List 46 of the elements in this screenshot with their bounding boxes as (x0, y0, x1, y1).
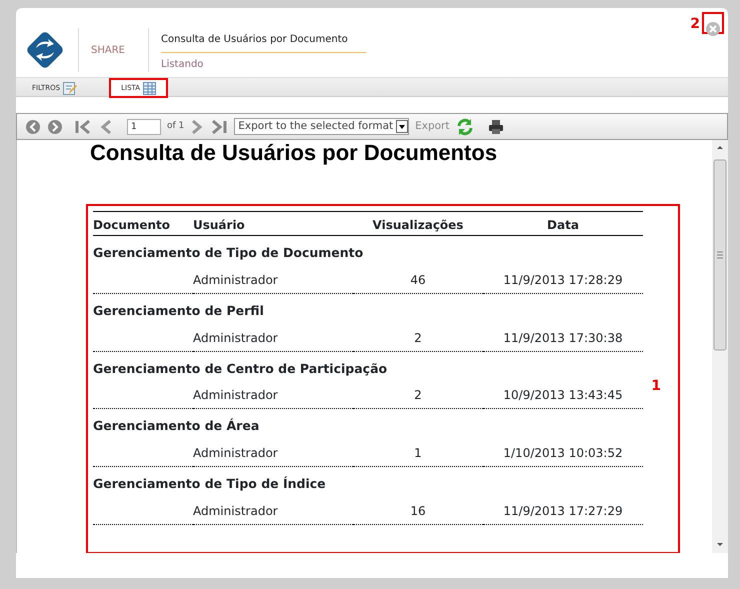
report-title: Consulta de Usuários por Documentos (90, 140, 498, 166)
page-title: Consulta de Usuários por Documento (161, 28, 366, 52)
edit-icon (63, 82, 78, 94)
user-cell: Administrador (193, 500, 353, 525)
date-cell: 11/9/2013 17:27:29 (483, 500, 643, 525)
date-cell: 11/9/2013 17:30:38 (483, 326, 643, 352)
views-cell: 2 (353, 326, 483, 352)
scrollbar[interactable] (712, 140, 728, 553)
user-cell: Administrador (193, 268, 353, 294)
user-cell: Administrador (193, 442, 353, 467)
annotation-number: 2 (690, 15, 700, 34)
caret-icon (396, 120, 408, 133)
document-name: Gerenciamento de Área (93, 417, 260, 436)
views-cell: 16 (353, 500, 483, 525)
refresh-icon[interactable] (456, 118, 474, 136)
views-cell: 46 (353, 268, 483, 294)
table-icon (143, 82, 156, 94)
print-icon[interactable] (488, 118, 504, 134)
page-number-field[interactable]: 1 (127, 118, 161, 134)
document-name: Gerenciamento de Tipo de Índice (93, 475, 327, 493)
document-name: Gerenciamento de Tipo de Documento (93, 244, 364, 262)
date-cell: 11/9/2013 17:28:29 (483, 268, 643, 294)
back-icon[interactable] (25, 118, 41, 134)
close-button[interactable] (702, 12, 724, 34)
column-header: Data (483, 211, 643, 236)
forward-icon[interactable] (47, 118, 63, 134)
views-cell: 2 (353, 384, 483, 410)
document-name: Gerenciamento de Centro de Participação (93, 360, 388, 378)
export-format-select[interactable]: Export to the selected format (234, 118, 410, 135)
document-name: Gerenciamento de Perfil (93, 302, 265, 320)
last-page-icon[interactable] (210, 118, 228, 134)
annotation-number: 1 (651, 377, 661, 396)
page-subtitle: Listando (161, 58, 204, 72)
app-name: SHARE (91, 44, 126, 58)
date-cell: 10/9/2013 13:43:45 (483, 384, 643, 410)
next-page-icon[interactable] (190, 118, 204, 134)
column-header: Visualizações (353, 211, 483, 236)
column-header: Documento (93, 211, 193, 236)
views-cell: 1 (353, 442, 483, 467)
user-cell: Administrador (193, 384, 353, 410)
date-cell: 1/10/2013 10:03:52 (483, 442, 643, 467)
first-page-icon[interactable] (75, 118, 93, 134)
user-cell: Administrador (193, 326, 353, 352)
page-count: of 1 (167, 120, 184, 133)
previous-page-icon[interactable] (99, 118, 113, 134)
column-header: Usuário (193, 211, 353, 236)
